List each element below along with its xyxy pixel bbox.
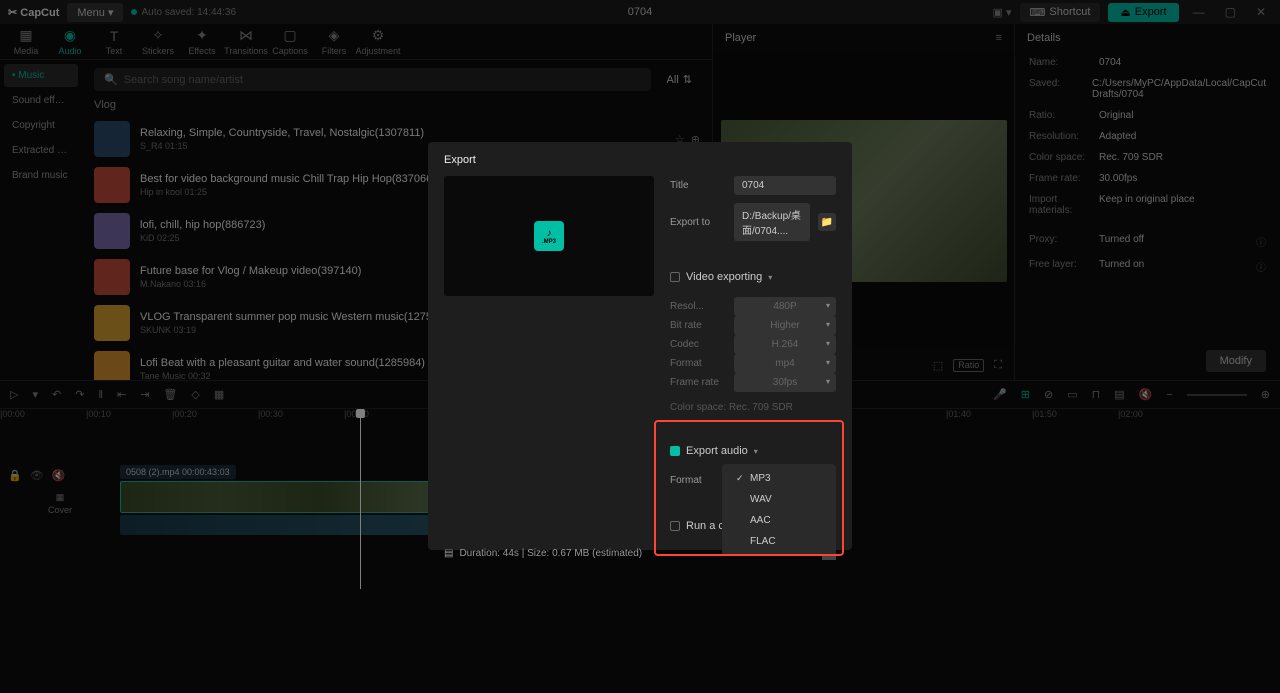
chevron-down-icon: ▾ (826, 320, 830, 329)
chevron-down-icon: ▾ (826, 301, 830, 310)
colorspace-text: Color space: Rec. 709 SDR (670, 400, 836, 415)
field-label: Resol... (670, 301, 726, 312)
export-modal-title: Export (444, 154, 836, 166)
exportto-input[interactable]: D:/Backup/桌面/0704.... (734, 203, 810, 241)
field-dropdown[interactable]: H.264▾ (734, 335, 836, 354)
field-label: Frame rate (670, 377, 726, 388)
field-dropdown[interactable]: Higher▾ (734, 316, 836, 335)
field-label: Codec (670, 339, 726, 350)
file-icon: ▤ (444, 548, 453, 559)
field-label: Bit rate (670, 320, 726, 331)
chevron-down-icon: ▾ (826, 339, 830, 348)
field-dropdown[interactable]: 480P▾ (734, 297, 836, 316)
field-dropdown[interactable]: 30fps▾ (734, 373, 836, 392)
audioformat-label: Format (670, 475, 726, 486)
dropdown-option[interactable]: AAC (722, 510, 836, 531)
export-preview: ♪ .MP3 (444, 176, 654, 296)
field-label: Format (670, 358, 726, 369)
title-label: Title (670, 180, 726, 191)
dropdown-option[interactable]: WAV (722, 489, 836, 510)
checkbox-checked-icon[interactable] (670, 446, 680, 456)
folder-icon[interactable]: 📁 (818, 213, 836, 231)
exportto-label: Export to (670, 217, 726, 228)
chevron-down-icon: ▾ (826, 377, 830, 386)
chevron-down-icon: ▾ (826, 358, 830, 367)
audio-export-toggle[interactable]: Export audio ▾ (670, 445, 836, 457)
video-export-toggle[interactable]: Video exporting ▾ (670, 271, 836, 283)
check-icon: ✓ (736, 473, 744, 484)
format-dropdown-menu: ✓MP3WAVAACFLAC (722, 464, 836, 556)
dropdown-option[interactable]: FLAC (722, 531, 836, 552)
dropdown-option[interactable]: ✓MP3 (722, 468, 836, 489)
mp3-badge-icon: ♪ .MP3 (534, 221, 564, 251)
checkbox-icon[interactable] (670, 272, 680, 282)
checkbox-icon[interactable] (670, 521, 680, 531)
title-input[interactable]: 0704 (734, 176, 836, 195)
field-dropdown[interactable]: mp4▾ (734, 354, 836, 373)
